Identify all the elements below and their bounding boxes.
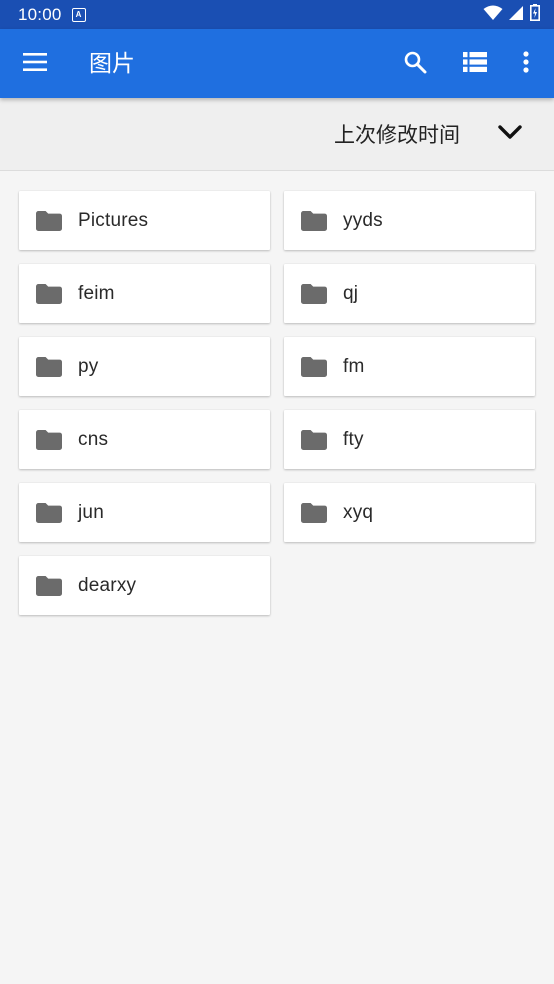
list-view-button[interactable] xyxy=(454,43,496,85)
status-time: 10:00 xyxy=(18,4,62,24)
status-bar: 10:00 A xyxy=(0,0,554,29)
folder-item[interactable]: jun xyxy=(19,483,270,542)
more-options-button[interactable] xyxy=(505,43,547,85)
folder-icon xyxy=(36,575,62,596)
signal-icon xyxy=(509,5,524,25)
folder-icon xyxy=(301,283,327,304)
folder-item[interactable]: cns xyxy=(19,410,270,469)
folder-item[interactable]: Pictures xyxy=(19,191,270,250)
folder-name: yyds xyxy=(343,209,383,231)
folder-icon xyxy=(301,502,327,523)
page-title: 图片 xyxy=(89,51,135,77)
folder-item[interactable]: dearxy xyxy=(19,556,270,615)
folder-name: xyq xyxy=(343,501,374,523)
more-vert-icon xyxy=(523,51,529,77)
folder-name: fm xyxy=(343,355,365,377)
folder-name: py xyxy=(78,355,99,377)
notification-icon: A xyxy=(71,7,86,22)
chevron-down-icon xyxy=(498,124,522,144)
folder-icon xyxy=(36,210,62,231)
menu-icon xyxy=(23,53,47,75)
sort-label[interactable]: 上次修改时间 xyxy=(334,121,460,149)
folder-item[interactable]: xyq xyxy=(284,483,535,542)
app-bar: 图片 xyxy=(0,29,554,98)
folder-name: jun xyxy=(78,501,104,523)
sort-direction-button[interactable] xyxy=(492,116,528,152)
folder-icon xyxy=(36,283,62,304)
list-view-icon xyxy=(463,52,487,76)
wifi-icon xyxy=(483,5,503,25)
folder-icon xyxy=(36,356,62,377)
folder-item[interactable]: qj xyxy=(284,264,535,323)
folder-item[interactable]: feim xyxy=(19,264,270,323)
sort-bar: 上次修改时间 xyxy=(0,98,554,171)
folder-name: fty xyxy=(343,428,364,450)
search-button[interactable] xyxy=(394,43,436,85)
folder-name: qj xyxy=(343,282,359,304)
folder-item[interactable]: yyds xyxy=(284,191,535,250)
search-icon xyxy=(403,50,427,78)
folder-icon xyxy=(301,429,327,450)
folder-icon xyxy=(36,429,62,450)
folder-name: feim xyxy=(78,282,115,304)
folder-icon xyxy=(301,210,327,231)
folder-item[interactable]: fty xyxy=(284,410,535,469)
menu-button[interactable] xyxy=(14,43,56,85)
folder-grid: Pictures yyds feim qj py fm cns fty jun xyq dearxy xyxy=(19,191,535,615)
folder-icon xyxy=(301,356,327,377)
status-icons xyxy=(483,4,540,25)
folder-name: dearxy xyxy=(78,574,137,596)
folder-item[interactable]: fm xyxy=(284,337,535,396)
folder-icon xyxy=(36,502,62,523)
folder-item[interactable]: py xyxy=(19,337,270,396)
battery-icon xyxy=(530,4,540,25)
folder-name: cns xyxy=(78,428,109,450)
folder-name: Pictures xyxy=(78,209,149,231)
